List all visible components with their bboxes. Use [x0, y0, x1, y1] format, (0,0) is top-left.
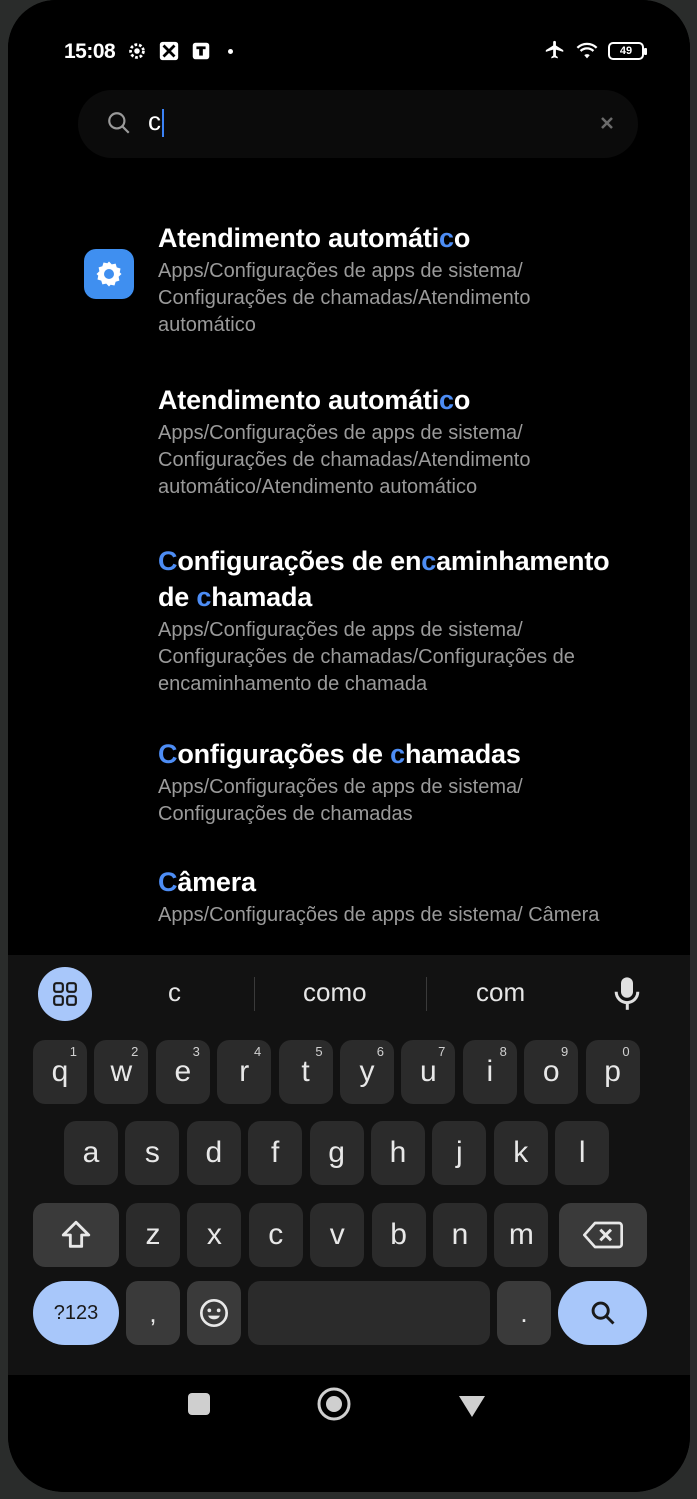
- key-j[interactable]: j: [432, 1121, 487, 1185]
- key-l[interactable]: l: [555, 1121, 610, 1185]
- result-path: Apps/Configurações de apps de sistema/ C…: [158, 904, 600, 926]
- backspace-icon: [583, 1221, 623, 1249]
- keyboard: c como com q1w2e3r4t5y6u7i8o9p0 asdfghjk…: [8, 955, 690, 1375]
- key-w[interactable]: w2: [94, 1040, 149, 1104]
- result-path: Apps/Configurações de apps de sistema/ C…: [158, 776, 523, 825]
- battery-indicator: 49: [608, 42, 647, 60]
- key-q[interactable]: q1: [33, 1040, 87, 1104]
- phone-frame: 15:08 49 c Atendimento automático Apps/C…: [8, 0, 690, 1492]
- apps-grid-icon[interactable]: [38, 967, 92, 1021]
- more-notifications-dot: [228, 48, 233, 54]
- navigation-bar: [8, 1375, 690, 1455]
- key-u[interactable]: u7: [401, 1040, 456, 1104]
- key-i[interactable]: i8: [462, 1040, 517, 1104]
- app-status-icon: [159, 41, 179, 61]
- symbols-key[interactable]: ?123: [33, 1281, 119, 1345]
- key-p[interactable]: p0: [585, 1040, 640, 1104]
- search-result-item[interactable]: Câmera Apps/Configurações de apps de sis…: [158, 864, 628, 929]
- key-y[interactable]: y6: [340, 1040, 394, 1104]
- key-k[interactable]: k: [493, 1121, 548, 1185]
- key-e[interactable]: e3: [155, 1040, 210, 1104]
- emoji-icon: [200, 1299, 228, 1327]
- comma-key[interactable]: ,: [126, 1281, 180, 1345]
- recents-button[interactable]: [188, 1393, 210, 1415]
- space-key[interactable]: [248, 1281, 490, 1345]
- screen: 15:08 49 c Atendimento automático Apps/C…: [8, 0, 690, 1492]
- key-g[interactable]: g: [309, 1121, 364, 1185]
- status-bar: 15:08 49: [8, 0, 690, 70]
- search-result-item[interactable]: Atendimento automático Apps/Configuraçõe…: [158, 382, 628, 501]
- result-title: Configurações de chamadas: [158, 739, 521, 769]
- home-button[interactable]: [317, 1387, 351, 1421]
- settings-status-icon: [129, 43, 145, 59]
- key-c[interactable]: c: [248, 1203, 303, 1267]
- shift-key[interactable]: [33, 1203, 119, 1267]
- notification-status-icon: [192, 42, 210, 60]
- mic-icon[interactable]: [612, 975, 642, 1011]
- settings-gear-icon: [84, 249, 134, 299]
- result-path: Apps/Configurações de apps de sistema/ C…: [158, 619, 575, 695]
- result-title: Atendimento automático: [158, 223, 471, 253]
- suggestion-3[interactable]: com: [476, 977, 525, 1008]
- backspace-key[interactable]: [559, 1203, 647, 1267]
- suggestion-1[interactable]: c: [168, 977, 181, 1008]
- search-icon: [108, 112, 130, 134]
- search-enter-key[interactable]: [558, 1281, 647, 1345]
- key-n[interactable]: n: [433, 1203, 487, 1267]
- key-t[interactable]: t5: [278, 1040, 333, 1104]
- result-title: Configurações de encaminhamento de chama…: [158, 546, 610, 612]
- key-d[interactable]: d: [186, 1121, 241, 1185]
- result-path: Apps/Configurações de apps de sistema/ C…: [158, 260, 531, 336]
- result-title: Atendimento automático: [158, 385, 471, 415]
- search-result-item[interactable]: Configurações de chamadas Apps/Configura…: [158, 736, 628, 828]
- search-icon: [591, 1301, 615, 1325]
- key-b[interactable]: b: [371, 1203, 426, 1267]
- result-path: Apps/Configurações de apps de sistema/ C…: [158, 422, 531, 498]
- emoji-key[interactable]: [187, 1281, 241, 1345]
- key-h[interactable]: h: [371, 1121, 425, 1185]
- key-m[interactable]: m: [494, 1203, 549, 1267]
- search-input[interactable]: c: [148, 106, 164, 138]
- airplane-icon: [545, 40, 564, 59]
- key-s[interactable]: s: [125, 1121, 180, 1185]
- status-time: 15:08: [64, 40, 116, 63]
- text-caret: [162, 109, 164, 138]
- search-bar[interactable]: c: [78, 90, 638, 158]
- back-button[interactable]: [457, 1393, 487, 1419]
- key-x[interactable]: x: [187, 1203, 242, 1267]
- key-z[interactable]: z: [126, 1203, 180, 1267]
- suggestion-strip: c como com: [8, 955, 690, 1035]
- key-o[interactable]: o9: [524, 1040, 579, 1104]
- period-key[interactable]: .: [497, 1281, 551, 1345]
- shift-icon: [61, 1220, 91, 1248]
- key-a[interactable]: a: [64, 1121, 118, 1185]
- key-v[interactable]: v: [310, 1203, 365, 1267]
- key-r[interactable]: r4: [217, 1040, 272, 1104]
- search-result-item[interactable]: Atendimento automático Apps/Configuraçõe…: [158, 220, 628, 339]
- wifi-icon: [576, 42, 598, 59]
- key-f[interactable]: f: [248, 1121, 303, 1185]
- result-title: Câmera: [158, 867, 256, 897]
- search-result-item[interactable]: Configurações de encaminhamento de chama…: [158, 543, 628, 698]
- clear-icon[interactable]: [598, 114, 616, 132]
- suggestion-2[interactable]: como: [303, 977, 367, 1008]
